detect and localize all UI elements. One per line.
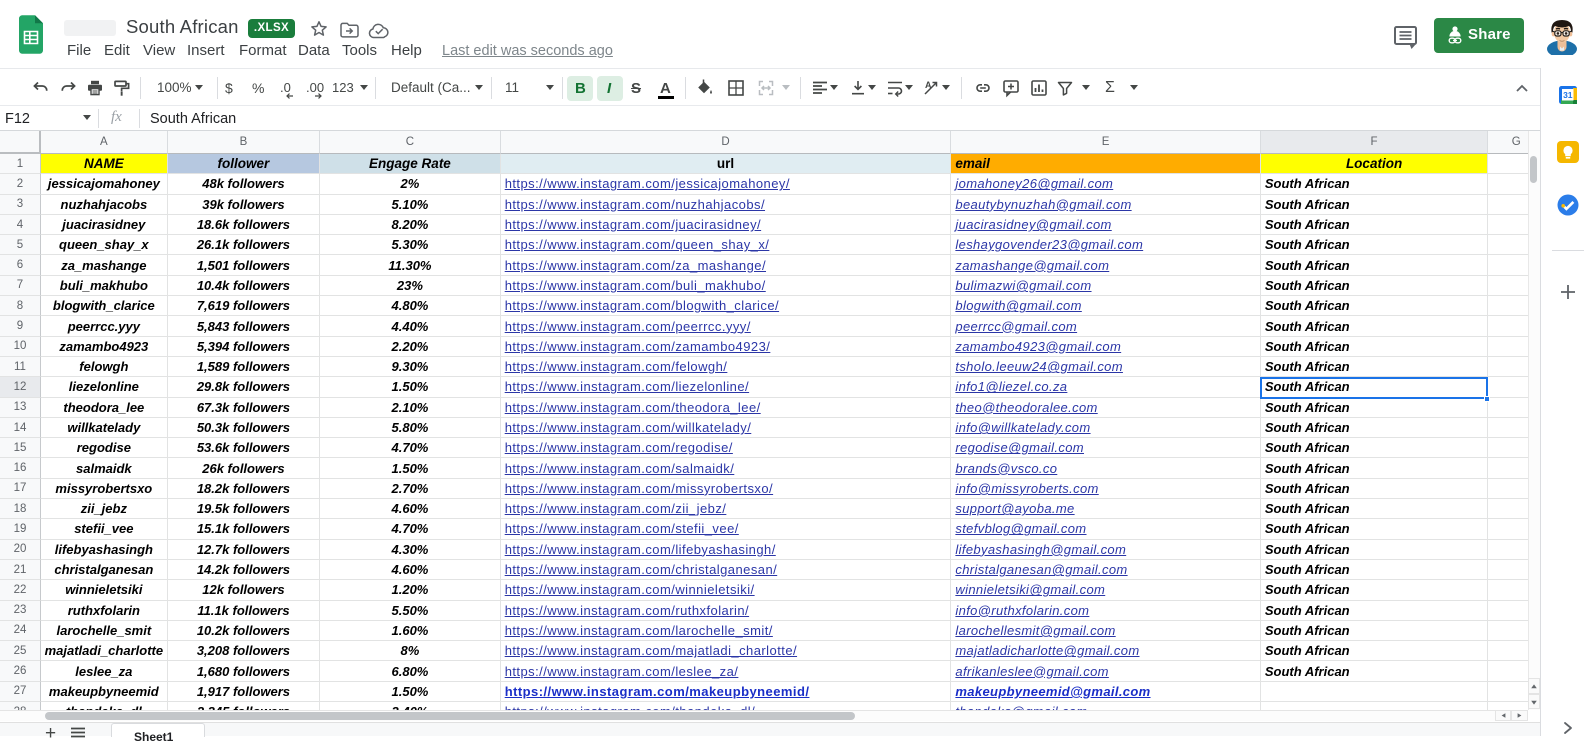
svg-text:31: 31 bbox=[1563, 90, 1573, 100]
svg-text:A: A bbox=[925, 80, 932, 90]
